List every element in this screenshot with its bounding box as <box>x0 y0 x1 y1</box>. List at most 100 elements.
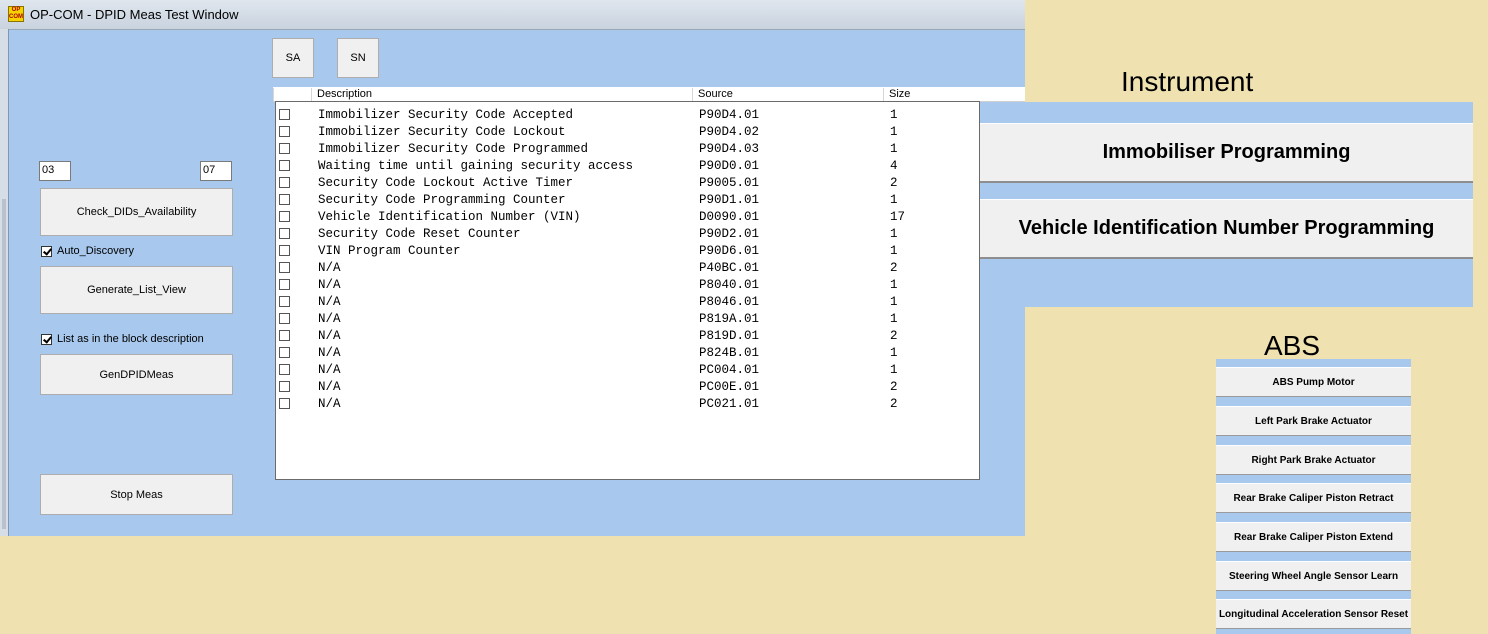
sa-button[interactable]: SA <box>272 38 314 78</box>
row-checkbox[interactable] <box>279 211 290 222</box>
title-bar[interactable]: OP COM OP-COM - DPID Meas Test Window <box>0 0 1025 30</box>
list-row[interactable]: N/A P8040.01 1 <box>276 276 976 293</box>
header-source[interactable]: Source <box>692 88 883 101</box>
list-row[interactable]: N/A P8046.01 1 <box>276 293 976 310</box>
panel-divider <box>8 29 9 536</box>
abs-button-4[interactable]: Rear Brake Caliper Piston Retract <box>1216 483 1411 513</box>
list-row[interactable]: Security Code Reset Counter P90D2.01 1 <box>276 225 976 242</box>
stop-meas-button[interactable]: Stop Meas <box>40 474 233 515</box>
row-description: Immobilizer Security Code Lockout <box>318 125 566 139</box>
row-description: N/A <box>318 312 341 326</box>
row-checkbox[interactable] <box>279 126 290 137</box>
row-checkbox[interactable] <box>279 398 290 409</box>
header-check-column[interactable] <box>273 88 311 101</box>
row-size: 1 <box>890 363 898 377</box>
list-as-block-label: List as in the block description <box>57 333 204 345</box>
abs-button-5[interactable]: Rear Brake Caliper Piston Extend <box>1216 522 1411 552</box>
row-description: N/A <box>318 261 341 275</box>
row-description: Security Code Lockout Active Timer <box>318 176 574 190</box>
immobiliser-programming-button[interactable]: Immobiliser Programming <box>980 123 1473 183</box>
abs-button-2[interactable]: Left Park Brake Actuator <box>1216 406 1411 436</box>
header-description[interactable]: Description <box>311 88 692 101</box>
row-checkbox[interactable] <box>279 194 290 205</box>
list-row[interactable]: Immobilizer Security Code Programmed P90D… <box>276 140 976 157</box>
list-as-block-checkbox[interactable] <box>41 333 52 345</box>
dpid-list[interactable]: Immobilizer Security Code Accepted P90D4.… <box>275 101 980 480</box>
header-size[interactable]: Size <box>883 88 1025 101</box>
list-row[interactable]: Immobilizer Security Code Lockout P90D4.0… <box>276 123 976 140</box>
row-size: 1 <box>890 295 898 309</box>
left-scrollbar[interactable] <box>0 29 8 536</box>
list-row[interactable]: Vehicle Identification Number (VIN) D0090… <box>276 208 976 225</box>
row-size: 1 <box>890 278 898 292</box>
row-description: N/A <box>318 295 341 309</box>
abs-button-7[interactable]: Longitudinal Acceleration Sensor Reset <box>1216 599 1411 629</box>
row-size: 2 <box>890 261 898 275</box>
row-checkbox[interactable] <box>279 296 290 307</box>
row-checkbox[interactable] <box>279 330 290 341</box>
list-row[interactable]: Waiting time until gaining security acce… <box>276 157 976 174</box>
row-size: 2 <box>890 397 898 411</box>
row-checkbox[interactable] <box>279 262 290 273</box>
abs-heading: ABS <box>1264 330 1321 361</box>
start-field[interactable]: 03 <box>39 161 71 181</box>
row-checkbox[interactable] <box>279 313 290 324</box>
row-checkbox[interactable] <box>279 245 290 256</box>
row-checkbox[interactable] <box>279 279 290 290</box>
window-title: OP-COM - DPID Meas Test Window <box>30 7 239 22</box>
check-dids-button[interactable]: Check_DIDs_Availability <box>40 188 233 236</box>
sn-button[interactable]: SN <box>337 38 379 78</box>
abs-button-1[interactable]: ABS Pump Motor <box>1216 367 1411 397</box>
row-checkbox[interactable] <box>279 143 290 154</box>
list-row[interactable]: N/A P40BC.01 2 <box>276 259 976 276</box>
list-row[interactable]: N/A P819A.01 1 <box>276 310 976 327</box>
row-size: 1 <box>890 193 898 207</box>
list-row[interactable]: N/A P824B.01 1 <box>276 344 976 361</box>
list-row[interactable]: Immobilizer Security Code Accepted P90D4.… <box>276 106 976 123</box>
list-header: Description Source Size <box>273 87 1025 102</box>
row-checkbox[interactable] <box>279 109 290 120</box>
row-checkbox[interactable] <box>279 228 290 239</box>
row-description: Vehicle Identification Number (VIN) <box>318 210 581 224</box>
row-size: 2 <box>890 176 898 190</box>
row-description: Security Code Programming Counter <box>318 193 566 207</box>
list-row[interactable]: N/A PC00E.01 2 <box>276 378 976 395</box>
row-checkbox[interactable] <box>279 364 290 375</box>
row-checkbox[interactable] <box>279 160 290 171</box>
row-source: D0090.01 <box>699 210 760 224</box>
row-source: P90D0.01 <box>699 159 760 173</box>
list-row[interactable]: N/A PC004.01 1 <box>276 361 976 378</box>
opcom-app-icon: OP COM <box>8 6 24 22</box>
abs-button-3[interactable]: Right Park Brake Actuator <box>1216 445 1411 475</box>
end-field[interactable]: 07 <box>200 161 232 181</box>
row-description: N/A <box>318 329 341 343</box>
row-description: Security Code Reset Counter <box>318 227 521 241</box>
row-checkbox[interactable] <box>279 347 290 358</box>
abs-button-6[interactable]: Steering Wheel Angle Sensor Learn <box>1216 561 1411 591</box>
list-as-block-checkbox-row[interactable]: List as in the block description <box>41 332 204 346</box>
row-checkbox[interactable] <box>279 177 290 188</box>
list-row[interactable]: Security Code Lockout Active Timer P9005.… <box>276 174 976 191</box>
row-source: PC00E.01 <box>699 380 760 394</box>
row-description: N/A <box>318 278 341 292</box>
scrollbar-thumb[interactable] <box>2 199 6 529</box>
instrument-heading: Instrument <box>1121 66 1254 97</box>
auto-discovery-checkbox-row[interactable]: Auto_Discovery <box>41 244 134 258</box>
gen-dpid-meas-button[interactable]: GenDPIDMeas <box>40 354 233 395</box>
list-row[interactable]: N/A PC021.01 2 <box>276 395 976 412</box>
row-source: P90D2.01 <box>699 227 760 241</box>
list-row[interactable]: Security Code Programming Counter P90D1.0… <box>276 191 976 208</box>
row-description: Immobilizer Security Code Programmed <box>318 142 589 156</box>
row-checkbox[interactable] <box>279 381 290 392</box>
row-source: PC004.01 <box>699 363 760 377</box>
row-source: P90D6.01 <box>699 244 760 258</box>
auto-discovery-checkbox[interactable] <box>41 245 52 257</box>
generate-list-view-button[interactable]: Generate_List_View <box>40 266 233 314</box>
row-source: PC021.01 <box>699 397 760 411</box>
list-row[interactable]: VIN Program Counter P90D6.01 1 <box>276 242 976 259</box>
row-size: 2 <box>890 380 898 394</box>
row-size: 1 <box>890 244 898 258</box>
list-row[interactable]: N/A P819D.01 2 <box>276 327 976 344</box>
row-source: P819D.01 <box>699 329 760 343</box>
vin-programming-button[interactable]: Vehicle Identification Number Programmin… <box>980 199 1473 259</box>
